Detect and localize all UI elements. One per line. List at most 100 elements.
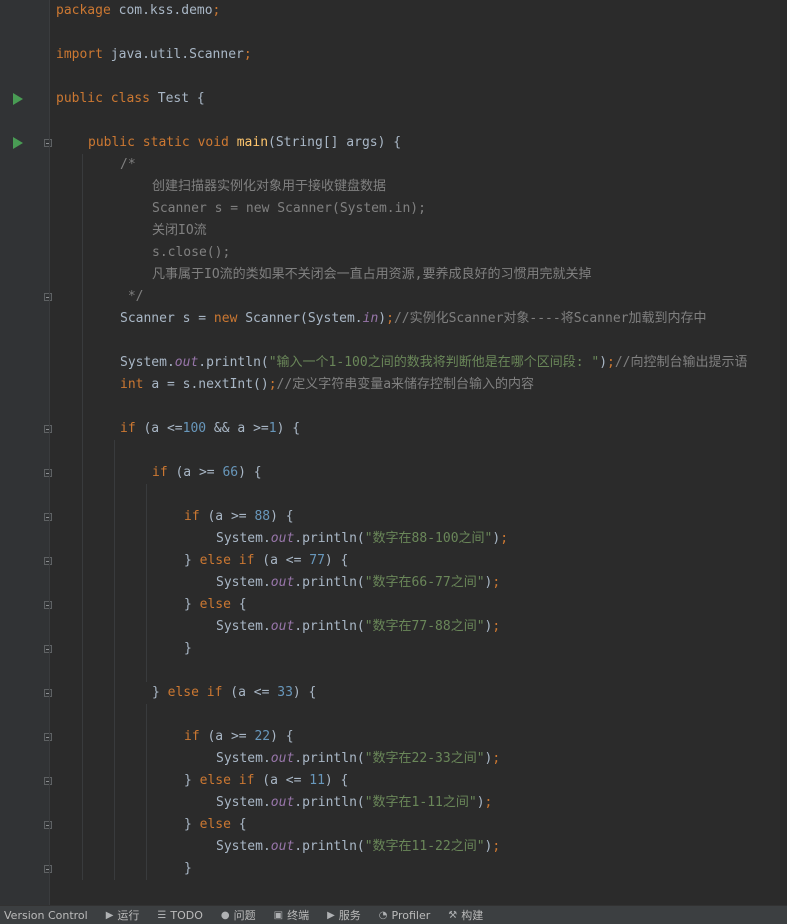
toolwindow-label: 构建 [461,909,484,922]
code-line[interactable]: } else if (a <= 33) { [152,682,316,704]
code-token: //向控制台输出提示语 [614,355,748,370]
fold-toggle-icon[interactable] [44,689,52,697]
code-line[interactable]: 凡事属于IO流的类如果不关闭会一直占用资源,要养成良好的习惯用完就关掉 [152,264,591,286]
code-line[interactable]: 创建扫描器实例化对象用于接收键盘数据 [152,176,386,198]
code-line[interactable]: } else if (a <= 77) { [184,550,348,572]
toolwindow-build-button[interactable]: ⚒ 构建 [439,906,492,924]
code-line[interactable]: s.close(); [152,242,230,264]
toolwindow-services-button[interactable]: ▶ 服务 [318,906,370,924]
code-token: 100 [182,421,207,436]
code-token: ) { [324,553,349,568]
code-token: .println( [294,751,365,766]
code-token: } [184,773,200,788]
code-token: (a >= [175,465,223,480]
toolwindow-todo-button[interactable]: ☰ TODO [148,906,211,924]
indent-guide [146,704,147,880]
code-token: .println( [294,575,365,590]
code-token: ) [599,355,608,370]
code-line[interactable]: System.out.println("数字在22-33之间"); [216,748,500,770]
code-token: } [184,861,192,876]
code-line[interactable]: import java.util.Scanner; [56,44,252,66]
fold-toggle-icon[interactable] [44,777,52,785]
code-line[interactable]: } else if (a <= 11) { [184,770,348,792]
code-token: .println( [294,619,365,634]
fold-toggle-icon[interactable] [44,733,52,741]
code-line[interactable]: if (a >= 88) { [184,506,294,528]
code-line[interactable]: public static void main(String[] args) { [88,132,401,154]
toolwindow-terminal-button[interactable]: ▣ 终端 [265,906,318,924]
fold-toggle-icon[interactable] [44,425,52,433]
fold-toggle-icon[interactable] [44,557,52,565]
code-editor[interactable]: package com.kss.demo; import java.util.Sc… [0,0,787,905]
code-token: ) { [270,509,294,524]
build-hammer-icon: ⚒ [448,909,458,921]
toolwindow-version-control-button[interactable]: Version Control [0,906,97,924]
code-token: System. [216,619,271,634]
code-token: ) { [270,729,294,744]
code-token: "输入一个1-100之间的数我将判断他是在哪个区间段: " [268,355,600,370]
code-token: ; [492,839,501,854]
code-line[interactable]: if (a <=100 && a >=1) { [120,418,300,440]
fold-toggle-icon[interactable] [44,513,52,521]
code-token: ) { [238,465,262,480]
code-line[interactable]: } else { [184,594,247,616]
code-line[interactable]: Scanner s = new Scanner(System.in); [152,198,426,220]
code-token: ; [492,751,501,766]
code-token: System. [216,751,271,766]
code-token: ) { [324,773,349,788]
code-line[interactable]: } [184,858,192,880]
toolwindow-problems-button[interactable]: ● 问题 [212,906,265,924]
code-token: s.close(); [152,245,231,260]
run-gutter-icon[interactable] [13,93,23,105]
code-line[interactable]: } [184,638,192,660]
code-line[interactable]: public class Test { [56,88,205,110]
code-token: (a <= [262,773,310,788]
code-token: Test { [157,91,205,106]
code-line[interactable]: System.out.println("输入一个1-100之间的数我将判断他是在… [120,352,748,374]
code-token: (a <= [230,685,278,700]
code-line[interactable]: 关闭IO流 [152,220,207,242]
code-token: System. [216,575,271,590]
code-line[interactable]: /* [120,154,136,176]
fold-toggle-icon[interactable] [44,821,52,829]
code-token: //实例化Scanner对象----将Scanner加载到内存中 [393,311,707,326]
code-token: */ [120,289,144,304]
code-area[interactable]: package com.kss.demo; import java.util.Sc… [56,0,787,905]
fold-toggle-icon[interactable] [44,865,52,873]
fold-toggle-icon[interactable] [44,139,52,147]
code-line[interactable]: if (a >= 22) { [184,726,294,748]
toolwindow-run-button[interactable]: ▶ 运行 [97,906,149,924]
code-token: { [238,817,247,832]
code-token: ) { [276,421,301,436]
code-line[interactable]: if (a >= 66) { [152,462,262,484]
code-line[interactable]: package com.kss.demo; [56,0,220,22]
code-line[interactable]: Scanner s = new Scanner(System.in);//实例化… [120,308,707,330]
fold-toggle-icon[interactable] [44,645,52,653]
code-token: ; [492,575,501,590]
fold-toggle-icon[interactable] [44,469,52,477]
code-token: "数字在77-88之间" [364,619,485,634]
fold-toggle-icon[interactable] [44,293,52,301]
code-token: main [236,135,269,150]
code-token: java.util.Scanner [110,47,244,62]
code-line[interactable]: } else { [184,814,247,836]
code-token: .println( [294,795,365,810]
problems-icon: ● [220,909,230,921]
toolwindow-label: 服务 [338,909,361,922]
code-line[interactable]: System.out.println("数字在11-22之间"); [216,836,500,858]
code-line[interactable]: System.out.println("数字在77-88之间"); [216,616,500,638]
code-line[interactable]: System.out.println("数字在88-100之间"); [216,528,508,550]
code-line[interactable]: System.out.println("数字在66-77之间"); [216,572,500,594]
code-token: ; [212,3,221,18]
code-token: "数字在66-77之间" [364,575,485,590]
toolwindow-profiler-button[interactable]: ◔ Profiler [370,906,439,924]
code-line[interactable]: */ [120,286,144,308]
services-icon: ▶ [327,909,335,921]
code-token: else [199,817,239,832]
fold-toggle-icon[interactable] [44,601,52,609]
code-token: out [270,575,295,590]
code-token: ) [476,795,485,810]
run-gutter-icon[interactable] [13,137,23,149]
code-line[interactable]: int a = s.nextInt();//定义字符串变量a来储存控制台输入的内… [120,374,534,396]
code-line[interactable]: System.out.println("数字在1-11之间"); [216,792,492,814]
